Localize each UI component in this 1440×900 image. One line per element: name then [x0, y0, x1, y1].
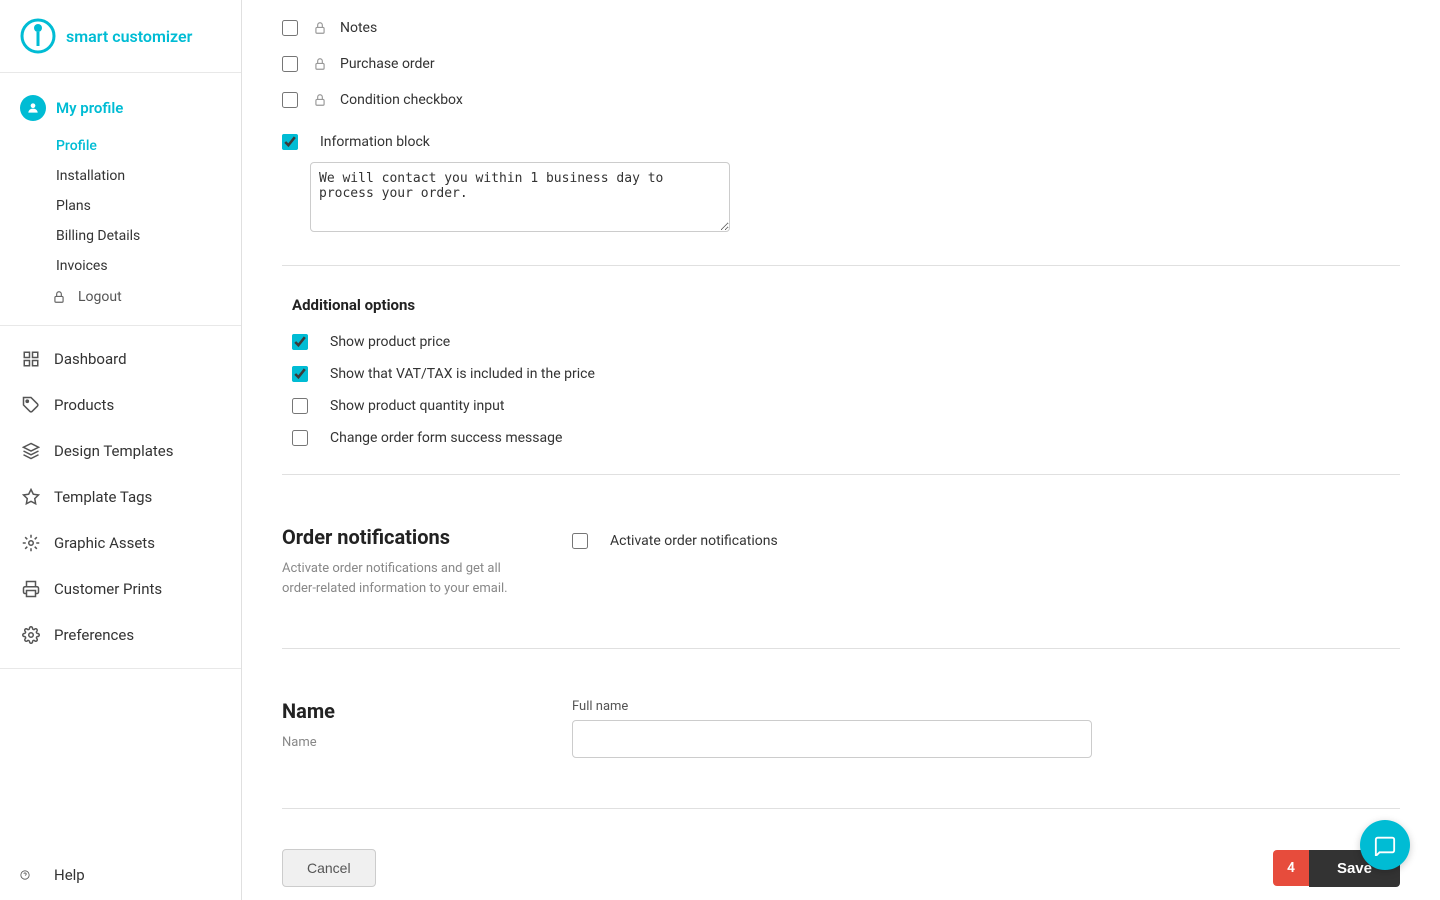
checkbox-notes-label: Notes — [340, 20, 377, 36]
lock-notes-icon — [310, 18, 330, 38]
checkbox-change-order-msg-input[interactable] — [292, 430, 308, 446]
dashboard-icon — [20, 348, 42, 370]
my-profile-header[interactable]: My profile — [0, 85, 241, 131]
order-notifications-left: Order notifications Activate order notif… — [282, 525, 562, 598]
name-description: Name — [282, 733, 532, 753]
lock-purchase-icon — [310, 54, 330, 74]
sidebar-item-preferences[interactable]: Preferences — [0, 612, 241, 658]
order-notifications-right: Activate order notifications — [562, 525, 1400, 598]
sidebar-sub-plans[interactable]: Plans — [0, 191, 241, 221]
order-notifications-title: Order notifications — [282, 525, 532, 549]
info-block-textarea[interactable]: We will contact you within 1 business da… — [310, 162, 730, 232]
graphic-assets-icon — [20, 532, 42, 554]
template-tags-icon — [20, 486, 42, 508]
help-item[interactable]: Help — [0, 850, 241, 900]
name-section: Name Name Full name — [282, 669, 1400, 788]
lock-condition-icon — [310, 90, 330, 110]
name-right: Full name — [562, 699, 1400, 758]
checkbox-show-vat: Show that VAT/TAX is included in the pri… — [292, 358, 1400, 390]
checkbox-row-condition: Condition checkbox — [282, 82, 1400, 118]
sidebar-sub-installation[interactable]: Installation — [0, 161, 241, 191]
checkbox-row-purchase-order: Purchase order — [282, 46, 1400, 82]
products-icon — [20, 394, 42, 416]
checkbox-row-info-block: Information block — [282, 126, 1400, 158]
top-checkbox-group: Notes Purchase order Condition checkbox … — [282, 0, 1400, 245]
checkbox-show-price: Show product price — [292, 326, 1400, 358]
order-notifications-desc: Activate order notifications and get all… — [282, 559, 532, 598]
checkbox-condition[interactable] — [282, 92, 298, 108]
checkbox-show-vat-input[interactable] — [292, 366, 308, 382]
checkbox-activate-notifications: Activate order notifications — [572, 525, 1400, 557]
checkbox-info-block[interactable] — [282, 134, 298, 150]
sidebar-item-label-dashboard: Dashboard — [54, 350, 127, 368]
chat-icon — [1374, 834, 1396, 856]
additional-options-right: Additional options Show product price Sh… — [282, 286, 1400, 454]
divider-1 — [282, 265, 1400, 266]
checkbox-notes[interactable] — [282, 20, 298, 36]
divider-3 — [282, 648, 1400, 649]
logout-button[interactable]: Logout — [0, 281, 241, 313]
design-templates-icon — [20, 440, 42, 462]
logo-icon — [20, 18, 56, 54]
sidebar-item-label-products: Products — [54, 396, 114, 414]
checkbox-show-price-input[interactable] — [292, 334, 308, 350]
sidebar-item-template-tags[interactable]: Template Tags — [0, 474, 241, 520]
checkbox-show-price-label: Show product price — [330, 334, 450, 350]
order-notifications-section: Order notifications Activate order notif… — [282, 495, 1400, 628]
bottom-bar: Cancel 4 Save — [282, 829, 1400, 900]
checkbox-show-vat-label: Show that VAT/TAX is included in the pri… — [330, 366, 595, 382]
sidebar-item-label-design-templates: Design Templates — [54, 442, 174, 460]
sidebar-item-design-templates[interactable]: Design Templates — [0, 428, 241, 474]
additional-options-section: Additional options Show product price Sh… — [282, 286, 1400, 454]
nav-section: Dashboard Products Design Templates Temp… — [0, 326, 241, 669]
checkbox-show-qty: Show product quantity input — [292, 390, 1400, 422]
avatar — [20, 95, 46, 121]
sidebar-sub-profile[interactable]: Profile — [0, 131, 241, 161]
sidebar-item-label-customer-prints: Customer Prints — [54, 580, 162, 598]
help-label: Help — [54, 866, 85, 884]
sidebar-item-products[interactable]: Products — [0, 382, 241, 428]
checkbox-info-block-label: Information block — [320, 134, 430, 150]
checkbox-purchase-label: Purchase order — [340, 56, 435, 72]
sidebar-item-label-graphic-assets: Graphic Assets — [54, 534, 155, 552]
divider-4 — [282, 808, 1400, 809]
full-name-input[interactable] — [572, 720, 1092, 758]
chat-button[interactable] — [1360, 820, 1410, 870]
checkbox-condition-label: Condition checkbox — [340, 92, 463, 108]
name-title: Name — [282, 699, 532, 723]
sidebar-item-label-preferences: Preferences — [54, 626, 134, 644]
checkbox-activate-notifications-label: Activate order notifications — [610, 533, 778, 549]
sidebar-item-graphic-assets[interactable]: Graphic Assets — [0, 520, 241, 566]
checkbox-row-notes: Notes — [282, 10, 1400, 46]
checkbox-show-qty-input[interactable] — [292, 398, 308, 414]
cancel-button[interactable]: Cancel — [282, 849, 376, 887]
customer-prints-icon — [20, 578, 42, 600]
checkbox-activate-notifications-input[interactable] — [572, 533, 588, 549]
sidebar-item-customer-prints[interactable]: Customer Prints — [0, 566, 241, 612]
brand-name: smart customizer — [66, 27, 192, 46]
logo-area: smart customizer — [0, 0, 241, 73]
sidebar-sub-billing[interactable]: Billing Details — [0, 221, 241, 251]
checkbox-purchase-order[interactable] — [282, 56, 298, 72]
preferences-icon — [20, 624, 42, 646]
main-panel: Notes Purchase order Condition checkbox … — [242, 0, 1440, 900]
sidebar-sub-invoices[interactable]: Invoices — [0, 251, 241, 281]
my-profile-section: My profile Profile Installation Plans Bi… — [0, 73, 241, 326]
checkbox-change-order-msg: Change order form success message — [292, 422, 1400, 454]
name-left: Name Name — [282, 699, 562, 758]
checkbox-change-order-msg-label: Change order form success message — [330, 430, 562, 446]
sidebar-item-label-template-tags: Template Tags — [54, 488, 152, 506]
help-icon — [20, 864, 42, 886]
checkbox-show-qty-label: Show product quantity input — [330, 398, 504, 414]
additional-options-title: Additional options — [292, 296, 1400, 314]
sidebar: smart customizer My profile Profile Inst… — [0, 0, 242, 900]
divider-2 — [282, 474, 1400, 475]
sidebar-item-dashboard[interactable]: Dashboard — [0, 336, 241, 382]
full-name-label: Full name — [572, 699, 1400, 714]
save-badge: 4 — [1273, 850, 1309, 886]
lock-icon — [52, 290, 66, 304]
